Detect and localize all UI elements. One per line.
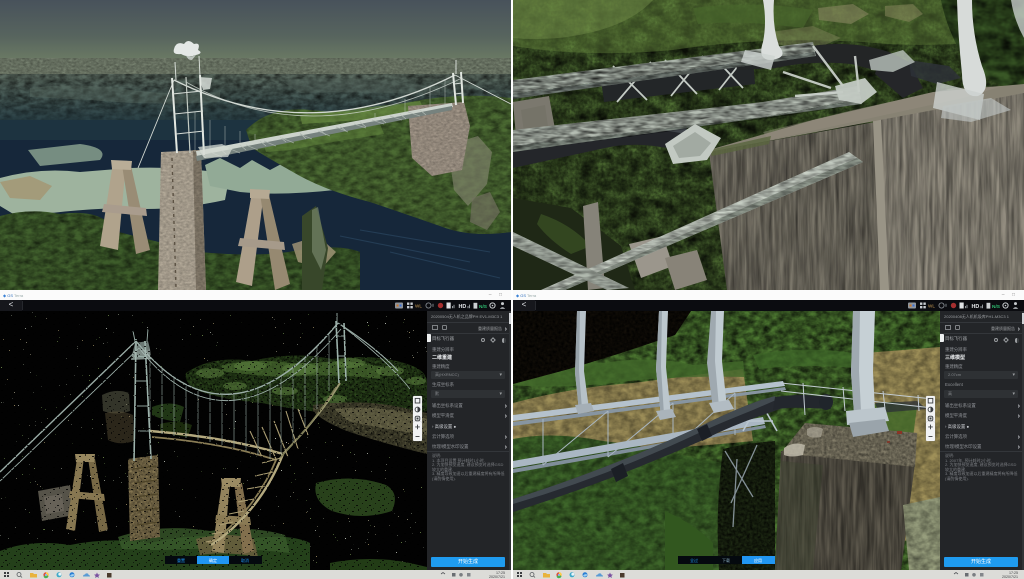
svg-text:取消: 取消 xyxy=(241,557,249,563)
svg-text:N/S: N/S xyxy=(479,304,488,310)
svg-text:应用: 应用 xyxy=(754,557,762,563)
svg-text:确定: 确定 xyxy=(209,557,217,563)
svg-text:WL: WL xyxy=(415,304,422,309)
svg-text:HD: HD xyxy=(972,304,980,310)
svg-text:N/S: N/S xyxy=(992,304,1001,310)
svg-text:重置: 重置 xyxy=(177,557,185,563)
svg-text:下载: 下载 xyxy=(722,557,730,563)
svg-text:全过: 全过 xyxy=(690,557,698,563)
svg-text:HD: HD xyxy=(459,304,467,310)
svg-text:WL: WL xyxy=(928,304,935,309)
